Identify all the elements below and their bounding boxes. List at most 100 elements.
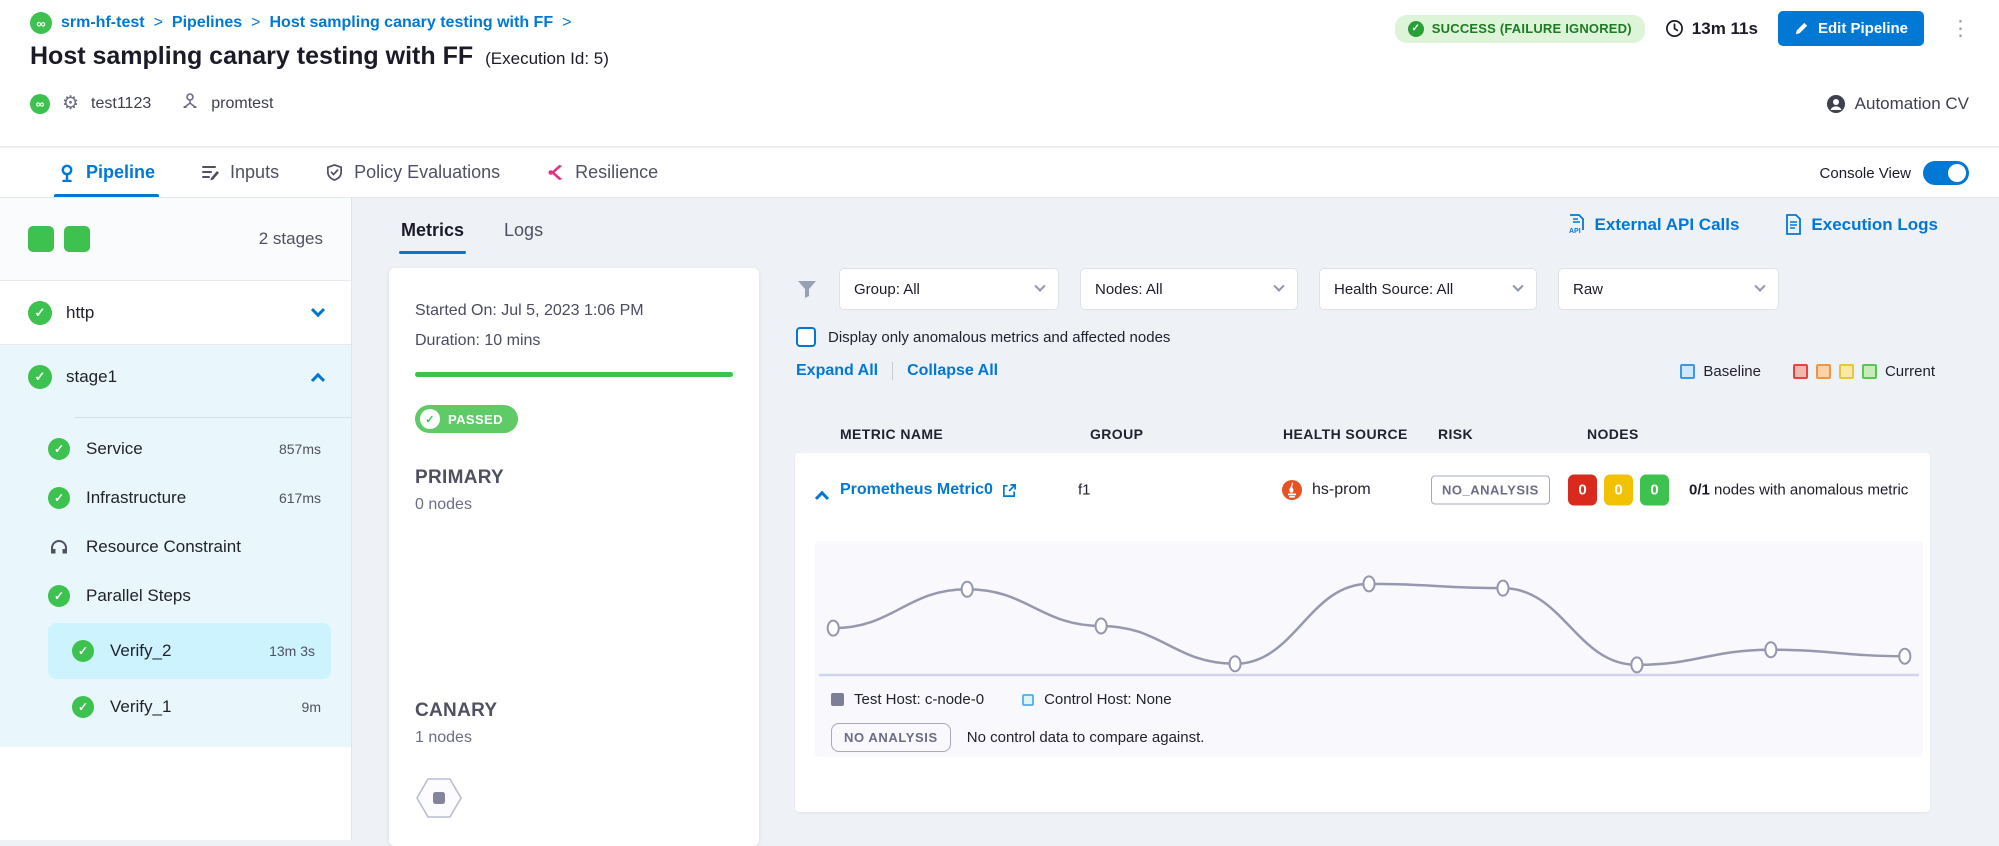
nodes-summary: 0/1 nodes with anomalous metric <box>1689 480 1927 501</box>
service-name[interactable]: test1123 <box>91 95 151 113</box>
duration: Duration: 10 mins <box>415 326 733 356</box>
user-icon <box>1826 94 1846 114</box>
step-label: Verify_1 <box>110 697 171 717</box>
divider <box>892 362 893 380</box>
pipeline-title: Host sampling canary testing with FF <box>30 42 473 71</box>
success-check-icon: ✓ <box>28 301 52 325</box>
expand-all-link[interactable]: Expand All <box>796 362 878 380</box>
success-check-icon: ✓ <box>48 487 70 509</box>
stage-status-square <box>28 226 54 252</box>
col-metric-name: METRIC NAME <box>840 426 943 442</box>
nodes-filter-dropdown[interactable]: Nodes: All <box>1080 268 1298 310</box>
tab-inputs[interactable]: Inputs <box>201 148 279 197</box>
cd-module-icon: ∞ <box>30 94 50 114</box>
api-document-icon: API <box>1567 214 1586 235</box>
success-check-icon: ✓ <box>1408 21 1424 37</box>
divider <box>75 417 351 418</box>
step-verify-2[interactable]: ✓ Verify_2 13m 3s <box>48 623 331 679</box>
stage-row-stage1[interactable]: ✓ stage1 <box>0 345 351 409</box>
health-source-filter-dropdown[interactable]: Health Source: All <box>1319 268 1537 310</box>
node-count-badges: 0 0 0 <box>1568 475 1669 506</box>
stage-row-http[interactable]: ✓ http <box>0 281 351 345</box>
control-host-swatch <box>1022 694 1034 706</box>
step-verify-1[interactable]: ✓ Verify_1 9m <box>0 682 351 731</box>
breadcrumb: ∞ srm-hf-test > Pipelines > Host samplin… <box>30 12 571 34</box>
stage-name: stage1 <box>66 367 117 387</box>
breadcrumb-pipeline-name[interactable]: Host sampling canary testing with FF <box>270 14 554 32</box>
breadcrumb-pipelines[interactable]: Pipelines <box>172 14 242 32</box>
canary-node[interactable] <box>415 777 733 824</box>
analysis-panel: API External API Calls Execution Logs Gr… <box>790 198 1999 840</box>
resilience-icon <box>546 163 565 182</box>
metric-line-chart[interactable] <box>815 545 1923 685</box>
hexagon-node-icon <box>415 777 463 819</box>
tab-resilience[interactable]: Resilience <box>546 148 658 197</box>
tab-pipeline-label: Pipeline <box>86 162 155 183</box>
tab-policy-evaluations[interactable]: Policy Evaluations <box>325 148 500 197</box>
breadcrumb-separator: > <box>154 14 163 32</box>
nodes-ratio: 0/1 <box>1689 482 1710 499</box>
execution-meta: ∞ ⚙ test1123 promtest <box>30 92 274 115</box>
execution-sidebar: 2 stages ✓ http ✓ stage1 ✓ Service 857ms… <box>0 198 352 840</box>
status-badge: ✓ SUCCESS (FAILURE IGNORED) <box>1395 15 1645 43</box>
chevron-down-icon <box>1512 281 1523 292</box>
environment-name[interactable]: promtest <box>211 95 273 113</box>
tab-pipeline[interactable]: Pipeline <box>58 148 155 197</box>
step-parallel-steps[interactable]: ✓ Parallel Steps <box>0 571 351 620</box>
edit-pipeline-button[interactable]: Edit Pipeline <box>1778 11 1924 46</box>
step-service[interactable]: ✓ Service 857ms <box>0 424 351 473</box>
triggered-by: Automation CV <box>1826 94 1969 114</box>
success-check-icon: ✓ <box>48 438 70 460</box>
primary-node-count: 0 nodes <box>415 496 733 514</box>
log-links: API External API Calls Execution Logs <box>1567 214 1938 235</box>
step-label: Resource Constraint <box>86 537 241 557</box>
breadcrumb-project[interactable]: srm-hf-test <box>61 14 145 32</box>
collapse-metric-icon[interactable] <box>815 491 829 505</box>
pencil-icon <box>1794 21 1809 36</box>
group-filter-dropdown[interactable]: Group: All <box>839 268 1059 310</box>
chevron-down-icon <box>311 303 325 317</box>
data-mode-value: Raw <box>1573 281 1603 298</box>
col-risk: RISK <box>1438 426 1473 442</box>
metric-row-card: Prometheus Metric0 f1 hs-prom NO_ANALYSI… <box>795 453 1930 812</box>
anomalous-checkbox-label: Display only anomalous metrics and affec… <box>828 329 1170 346</box>
col-group: GROUP <box>1090 426 1143 442</box>
external-api-calls-link[interactable]: API External API Calls <box>1567 214 1740 235</box>
more-options-icon[interactable]: ⋮ <box>1944 24 1977 34</box>
success-check-icon: ✓ <box>72 640 94 662</box>
total-duration: 13m 11s <box>1665 19 1758 39</box>
chevron-down-icon <box>1034 281 1045 292</box>
tab-logs[interactable]: Logs <box>504 220 543 241</box>
chevron-down-icon <box>1754 281 1765 292</box>
tab-metrics[interactable]: Metrics <box>401 220 464 241</box>
anomalous-checkbox[interactable] <box>796 327 816 347</box>
page-title: Host sampling canary testing with FF (Ex… <box>30 42 609 71</box>
metric-name-link[interactable]: Prometheus Metric0 <box>840 481 1017 499</box>
collapse-all-link[interactable]: Collapse All <box>907 362 998 380</box>
step-resource-constraint[interactable]: Resource Constraint <box>0 522 351 571</box>
step-infrastructure[interactable]: ✓ Infrastructure 617ms <box>0 473 351 522</box>
test-host-legend: Test Host: c-node-0 <box>831 691 984 708</box>
step-label: Infrastructure <box>86 488 186 508</box>
document-icon <box>1785 214 1802 235</box>
passed-label: PASSED <box>448 412 503 427</box>
console-view-toggle[interactable] <box>1923 161 1969 185</box>
no-analysis-row: NO ANALYSIS No control data to compare a… <box>831 723 1204 752</box>
control-host-legend: Control Host: None <box>1022 691 1172 708</box>
stage1-section: ✓ stage1 ✓ Service 857ms ✓ Infrastructur… <box>0 345 351 747</box>
control-host-label: Control Host: None <box>1044 691 1172 708</box>
execution-logs-link[interactable]: Execution Logs <box>1785 214 1938 235</box>
started-on: Started On: Jul 5, 2023 1:06 PM <box>415 296 733 326</box>
current-red-swatch <box>1793 364 1808 379</box>
step-duration: 617ms <box>279 490 321 506</box>
col-nodes: NODES <box>1587 426 1639 442</box>
data-mode-dropdown[interactable]: Raw <box>1558 268 1779 310</box>
console-view-control: Console View <box>1820 148 1969 198</box>
total-duration-value: 13m 11s <box>1692 19 1758 39</box>
verification-tabs: Metrics Logs <box>401 220 543 241</box>
group-filter-value: Group: All <box>854 281 920 298</box>
clock-icon <box>1665 19 1684 38</box>
page-header: ∞ srm-hf-test > Pipelines > Host samplin… <box>0 0 1999 147</box>
canary-label: CANARY <box>415 700 733 722</box>
step-label: Service <box>86 439 143 459</box>
